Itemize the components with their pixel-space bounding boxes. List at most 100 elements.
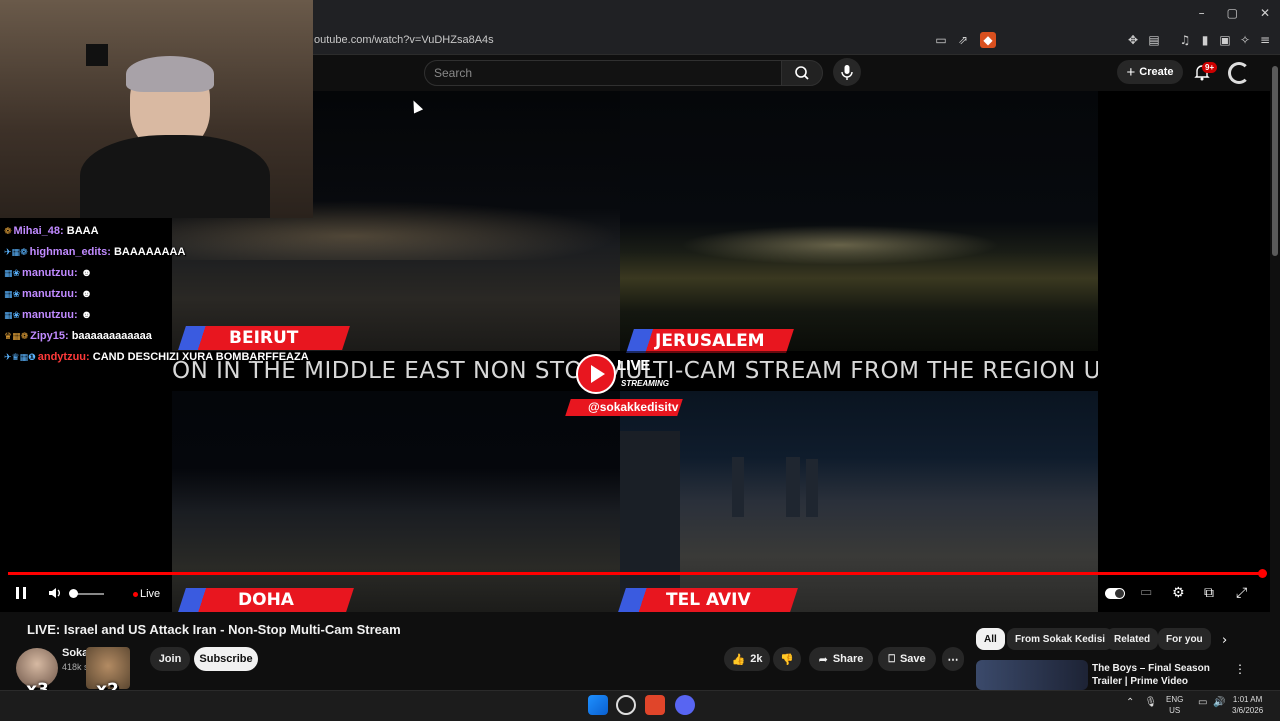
wallet-icon[interactable]: ▣ — [1217, 32, 1233, 48]
sidebar-icon[interactable]: ▮ — [1197, 32, 1213, 48]
scrollbar-thumb[interactable] — [1272, 66, 1278, 256]
start-icon[interactable] — [588, 695, 608, 715]
dislike-button[interactable]: 👎 — [773, 647, 801, 671]
share-label: Share — [832, 653, 864, 665]
chip-from-channel[interactable]: From Sokak Kedisi — [1007, 628, 1114, 650]
clock[interactable]: 1:01 AM 3/6/2026 — [1232, 694, 1263, 716]
share-icon: ➦ — [818, 652, 828, 666]
speaker-icon[interactable]: 🔊 — [1213, 697, 1225, 708]
voice-search-button[interactable] — [833, 58, 861, 86]
url-text[interactable]: outube.com/watch?v=VuDHZsa8A4s — [314, 34, 494, 46]
share-button[interactable]: ➦ Share — [809, 647, 873, 671]
chat-badge-icon: ▦❀ — [4, 290, 21, 300]
save-button[interactable]: ⎕ Save — [878, 647, 936, 671]
captions-icon[interactable]: ▭ — [1140, 585, 1152, 600]
brave-browser-icon[interactable] — [645, 695, 665, 715]
chat-user: manutzuu: — [22, 309, 78, 321]
chat-badge-icon: ♛▦❁ — [4, 332, 29, 342]
city-label-doha: DOHA — [178, 588, 354, 612]
more-icon: ⋯ — [947, 653, 959, 666]
chat-line: ▦❀ manutzuu: ☻ — [4, 288, 92, 300]
tab-search-icon[interactable]: ▤ — [1146, 32, 1162, 48]
chat-badge-icon: ▦❀ — [4, 311, 21, 321]
create-button[interactable]: + Create — [1117, 60, 1183, 84]
subscribe-button[interactable]: Subscribe — [194, 647, 258, 671]
minimize-button[interactable]: – — [1199, 6, 1205, 20]
system-tray[interactable]: ⌃🎙 — [1126, 697, 1167, 708]
microphone-icon — [841, 65, 853, 80]
network-icon[interactable]: ▭ — [1198, 697, 1207, 708]
like-button[interactable]: 👍 2k — [724, 647, 770, 671]
chip-related[interactable]: Related — [1106, 628, 1159, 650]
settings-icon[interactable]: ⚙ — [1172, 585, 1185, 601]
subscriber-count: 418k s — [62, 662, 89, 672]
streamer-webcam — [0, 0, 313, 218]
search-input[interactable] — [424, 60, 782, 86]
chat-badge-icon: ❁ — [4, 227, 12, 237]
volume-knob[interactable] — [69, 589, 78, 598]
chat-message: CAND DESCHIZI XURA BOMBARFFEAZA — [92, 351, 309, 363]
extensions-icon[interactable]: ✥ — [1125, 32, 1141, 48]
chat-user: Mihai_48: — [13, 225, 64, 237]
live-dot — [133, 592, 138, 597]
doha-feed — [172, 391, 620, 612]
music-icon[interactable]: ♫ — [1177, 32, 1193, 48]
live-indicator[interactable]: Live — [140, 588, 160, 600]
mute-button[interactable] — [47, 585, 63, 605]
chat-user: andytzuu: — [37, 351, 90, 363]
chevron-right-icon[interactable]: › — [1222, 633, 1227, 648]
brave-shields-icon[interactable]: ◆ — [980, 32, 996, 48]
join-button[interactable]: Join — [150, 647, 190, 671]
recommendation-thumbnail[interactable] — [976, 660, 1088, 690]
streaming-badge: STREAMING — [621, 379, 669, 388]
chat-badge-icon: ✈▦❁ — [4, 248, 28, 258]
chat-line: ❁ Mihai_48: BAAA — [4, 225, 99, 237]
close-window-button[interactable]: ✕ — [1260, 6, 1270, 20]
maximize-button[interactable]: ▢ — [1227, 6, 1238, 20]
chip-for-you[interactable]: For you — [1158, 628, 1211, 650]
chat-user: Zipy15: — [30, 330, 69, 342]
obs-icon[interactable] — [616, 695, 636, 715]
share-page-icon[interactable]: ⇗ — [955, 32, 971, 48]
city-label-jerusalem: JERUSALEM — [626, 329, 794, 353]
autoplay-toggle[interactable] — [1105, 588, 1125, 599]
chat-emote-icon: ☻ — [80, 288, 93, 300]
chat-line: ▦❀ manutzuu: ☻ — [4, 309, 92, 321]
language-code: ENG — [1166, 695, 1184, 704]
chat-user: highman_edits: — [29, 246, 111, 258]
chat-emote-icon: ☻ — [80, 267, 93, 279]
miniplayer-icon[interactable]: ⧉ — [1204, 585, 1214, 601]
leo-icon[interactable]: ✧ — [1237, 32, 1253, 48]
clock-time: 1:01 AM — [1232, 695, 1263, 704]
chat-message: BAAAAAAAA — [113, 246, 186, 258]
jerusalem-feed — [620, 91, 1098, 351]
menu-icon[interactable]: ≡ — [1257, 32, 1273, 48]
search-button[interactable] — [781, 60, 823, 86]
chat-badge-icon: ✈♛▦❶ — [4, 353, 36, 363]
fullscreen-icon[interactable]: ⤢ — [1236, 585, 1247, 601]
chat-badge-icon: ▦❀ — [4, 269, 21, 279]
reader-mode-icon[interactable]: ▭ — [933, 32, 949, 48]
recommendation-title[interactable]: The Boys – Final Season Trailer | Prime … — [1092, 662, 1228, 688]
recommendation-menu-icon[interactable]: ⋮ — [1234, 662, 1246, 676]
account-avatar[interactable] — [1228, 62, 1250, 84]
progress-scrubber[interactable] — [1258, 569, 1267, 578]
discord-icon[interactable] — [675, 695, 695, 715]
video-title: LIVE: Israel and US Attack Iran - Non-St… — [27, 622, 401, 637]
channel-name[interactable]: Soka — [62, 647, 88, 659]
city-lights — [680, 225, 1000, 265]
chat-message: BAAA — [66, 225, 99, 237]
clock-date: 3/6/2026 — [1232, 706, 1264, 715]
channel-handle: @sokakkedisitv — [588, 400, 679, 414]
create-label: Create — [1139, 66, 1174, 78]
play-icon — [576, 354, 616, 394]
city-label-tel-aviv: TEL AVIV — [618, 588, 798, 612]
language-indicator[interactable]: ENG US — [1166, 694, 1183, 716]
chat-line: ▦❀ manutzuu: ☻ — [4, 267, 92, 279]
chip-all[interactable]: All — [976, 628, 1005, 650]
progress-bar[interactable] — [8, 572, 1262, 575]
windows-taskbar — [0, 690, 1280, 721]
more-actions-button[interactable]: ⋯ — [942, 647, 964, 671]
pause-button[interactable] — [14, 585, 28, 605]
notifications-badge: 9+ — [1202, 62, 1218, 73]
